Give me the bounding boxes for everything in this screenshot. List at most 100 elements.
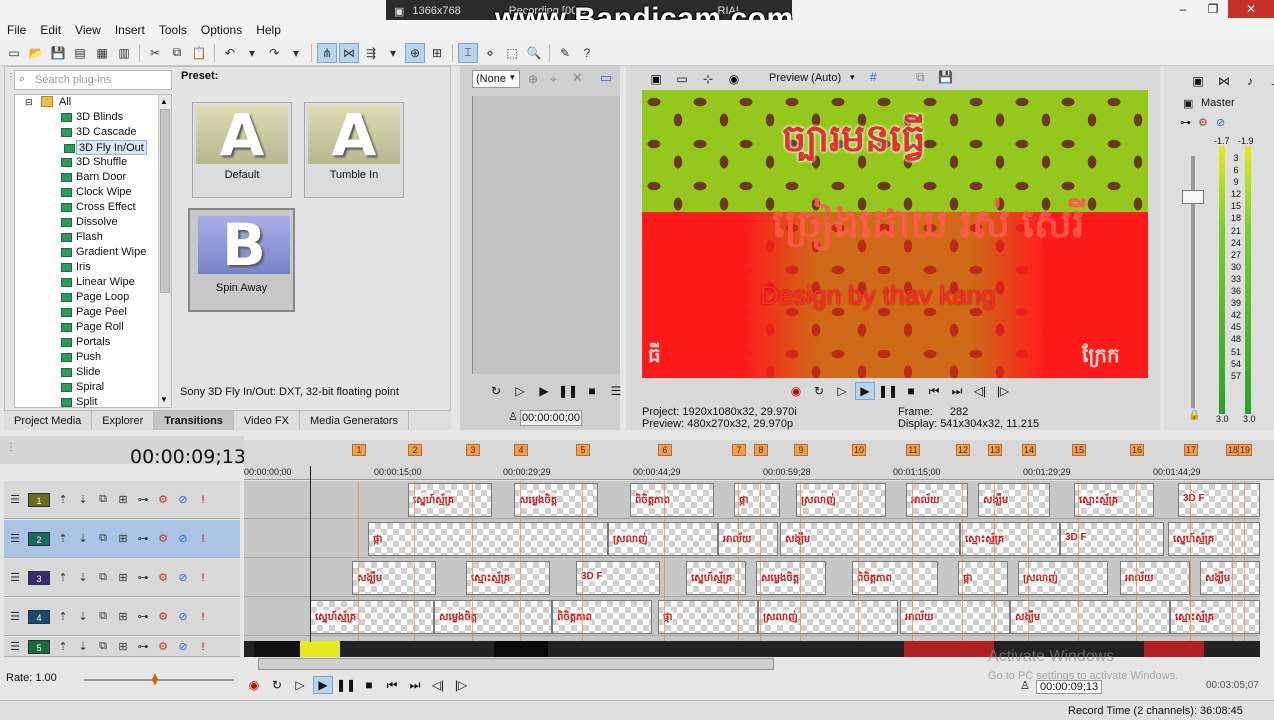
- region-marker[interactable]: 16: [1130, 444, 1144, 456]
- media-clip[interactable]: ផ្កា: [658, 600, 758, 634]
- timeline-timecode[interactable]: 00:00:09;13: [130, 446, 246, 468]
- pause-icon[interactable]: ❚❚: [336, 676, 356, 694]
- ignore-grouping-icon[interactable]: ⊞: [427, 43, 447, 63]
- tree-scrollbar[interactable]: ▲ ▼: [158, 95, 171, 407]
- preview-quality-dropdown[interactable]: Preview (Auto): [769, 72, 841, 84]
- media-clip[interactable]: ស្រលាញ់: [1018, 561, 1108, 595]
- save-icon[interactable]: 💾: [48, 43, 68, 63]
- plugin-item[interactable]: Linear Wipe: [61, 275, 135, 290]
- media-clip[interactable]: ស្នេហ៍ស្ម័គ្រ: [1168, 522, 1260, 556]
- media-clip[interactable]: 3D F: [576, 561, 660, 595]
- media-clip[interactable]: ស្មោះស្ម័គ្រ: [960, 522, 1060, 556]
- save-as-icon[interactable]: ▤: [70, 43, 90, 63]
- master-properties-icon[interactable]: ▣: [1188, 72, 1208, 90]
- tab-transitions[interactable]: Transitions: [154, 411, 234, 430]
- normal-edit-tool-icon[interactable]: ⌶: [458, 42, 478, 63]
- cut-icon[interactable]: ✂: [145, 43, 165, 63]
- master-fader[interactable]: [1182, 190, 1204, 204]
- restore-icon[interactable]: ❐: [1198, 0, 1228, 18]
- composite-mode-icon[interactable]: ⧉: [96, 493, 110, 507]
- master-bypass-icon[interactable]: ⊘: [1216, 116, 1225, 129]
- preset-default[interactable]: A Default: [192, 102, 292, 198]
- play-icon[interactable]: ▶: [534, 382, 554, 400]
- trimmer-monitor-icon[interactable]: ▭: [600, 70, 612, 86]
- auto-crossfade-icon[interactable]: ⋈: [339, 42, 359, 63]
- mute-icon[interactable]: ⊘: [176, 532, 190, 546]
- menu-options[interactable]: Options: [194, 23, 249, 37]
- region-marker[interactable]: 9: [794, 444, 808, 456]
- selection-tool-icon[interactable]: ⬚: [502, 43, 522, 63]
- plugin-item[interactable]: Slide: [61, 365, 100, 380]
- tree-root-all[interactable]: All: [59, 96, 71, 108]
- solo-icon[interactable]: !: [196, 571, 210, 585]
- media-clip[interactable]: ស្មោះស្ម័គ្រ: [1170, 600, 1260, 634]
- dim-icon[interactable]: ⊥: [1266, 72, 1274, 90]
- composite-mode-icon[interactable]: ⧉: [96, 610, 110, 624]
- region-marker[interactable]: 4: [514, 444, 528, 456]
- media-clip[interactable]: សម្លេងចិត្ត: [434, 600, 552, 634]
- trimmer-tool-icon[interactable]: ⊕: [528, 72, 538, 86]
- move-down-icon[interactable]: ⇣: [76, 571, 90, 585]
- track-lane[interactable]: ផ្កា ស្រលាញ់ អាល័យ សង្ឃឹម ស្មោះស្ម័គ្រ 3D F ស្…: [244, 520, 1260, 558]
- move-down-icon[interactable]: ⇣: [76, 532, 90, 546]
- track-lane[interactable]: ស្នេហ៍ស្ម័គ្រ សម្លេងចិត្ត ពិចិត្តភាព ផ្កា ស្…: [244, 598, 1260, 636]
- scroll-up-icon[interactable]: ▲: [160, 97, 168, 106]
- envelope-tool-icon[interactable]: ⋄: [480, 43, 500, 63]
- copy-snapshot-icon[interactable]: ⧉: [916, 70, 925, 85]
- move-up-icon[interactable]: ⇡: [56, 532, 70, 546]
- plugin-item[interactable]: 3D Blinds: [61, 110, 123, 125]
- rate-slider[interactable]: [84, 679, 234, 681]
- move-down-icon[interactable]: ⇣: [76, 493, 90, 507]
- go-to-end-icon[interactable]: ⏭: [405, 676, 425, 694]
- timeline-ruler[interactable]: 1 2 3 4 5 6 7 8 9 10 11 12 13 14 15 16 17 18 19 00:00:00;00…: [244, 440, 1274, 480]
- track-menu-icon[interactable]: ☰: [8, 571, 22, 585]
- plugin-item[interactable]: Page Roll: [61, 320, 124, 335]
- trimmer-marker-icon[interactable]: ⌖: [550, 72, 557, 87]
- external-monitor-icon[interactable]: ▭: [672, 70, 692, 88]
- media-clip[interactable]: ស្រលាញ់: [758, 600, 898, 634]
- preset-spin-away[interactable]: B Spin Away: [188, 208, 295, 312]
- rate-slider-thumb-icon[interactable]: ⧫: [152, 672, 158, 686]
- region-marker[interactable]: 5: [576, 444, 590, 456]
- loop-icon[interactable]: ↻: [486, 382, 506, 400]
- go-to-start-icon[interactable]: ⏮: [382, 676, 402, 694]
- mute-icon[interactable]: ⊘: [176, 493, 190, 507]
- track-fx-icon[interactable]: ⊶: [136, 532, 150, 546]
- plugin-item[interactable]: Push: [61, 350, 101, 365]
- plugin-item[interactable]: Iris: [61, 260, 91, 275]
- search-plugins-input[interactable]: Search plug-ins: [14, 70, 172, 90]
- menu-edit[interactable]: Edit: [33, 23, 68, 37]
- loop-icon[interactable]: ↻: [267, 676, 287, 694]
- preset-tumble-in[interactable]: A Tumble In: [304, 102, 404, 198]
- render-icon[interactable]: ▦: [92, 43, 112, 63]
- next-frame-icon[interactable]: |▷: [451, 676, 471, 694]
- lock-envelopes-icon[interactable]: ⊕: [405, 42, 425, 63]
- tab-project-media[interactable]: Project Media: [4, 411, 93, 430]
- media-clip[interactable]: ស្រលាញ់: [608, 522, 718, 556]
- region-marker[interactable]: 17: [1184, 444, 1198, 456]
- media-clip[interactable]: ពិចិត្តភាព: [552, 600, 652, 634]
- new-icon[interactable]: ▭: [4, 43, 24, 63]
- plugin-item[interactable]: Page Loop: [61, 290, 129, 305]
- tab-explorer[interactable]: Explorer: [92, 411, 155, 430]
- region-marker[interactable]: 3: [466, 444, 480, 456]
- stop-icon[interactable]: ■: [582, 382, 602, 400]
- prev-frame-icon[interactable]: ◁|: [970, 382, 990, 400]
- media-clip[interactable]: អាល័យ: [906, 483, 968, 517]
- automation-icon[interactable]: ⚙: [156, 571, 170, 585]
- region-marker[interactable]: 1: [352, 444, 366, 456]
- cursor-position-time[interactable]: 00:00:09;13: [1036, 680, 1103, 694]
- media-clip[interactable]: អាល័យ: [1120, 561, 1190, 595]
- media-clip[interactable]: សង្ឃឹម: [978, 483, 1050, 517]
- media-clip[interactable]: អាល័យ: [718, 522, 778, 556]
- paste-icon[interactable]: 📋: [189, 43, 209, 63]
- media-clip[interactable]: សម្លេងចិត្ត: [756, 561, 826, 595]
- track-menu-icon[interactable]: ☰: [8, 493, 22, 507]
- media-clip[interactable]: សង្ឃឹម: [1200, 561, 1260, 595]
- downmix-icon[interactable]: ⋈: [1214, 72, 1234, 90]
- move-up-icon[interactable]: ⇡: [56, 610, 70, 624]
- plugin-item[interactable]: Spiral: [61, 380, 104, 395]
- properties-icon[interactable]: ▥: [114, 43, 134, 63]
- plugin-item[interactable]: Gradient Wipe: [61, 245, 146, 260]
- media-clip[interactable]: ពិចិត្តភាព: [630, 483, 714, 517]
